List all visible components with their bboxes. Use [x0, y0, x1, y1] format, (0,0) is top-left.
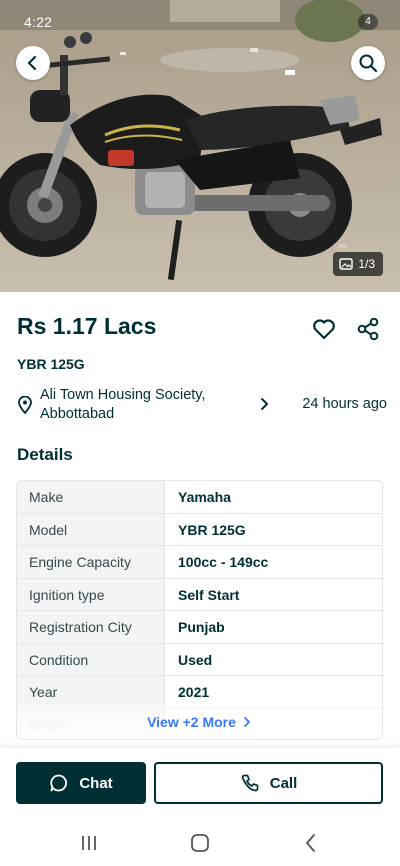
- notification-badge: 4: [358, 14, 378, 30]
- chevron-right-icon: [261, 398, 268, 410]
- detail-key: Registration City: [17, 611, 164, 643]
- chat-label: Chat: [79, 774, 113, 792]
- table-row: Year 2021: [17, 676, 382, 709]
- details-heading: Details: [17, 445, 73, 464]
- motorcycle-photo: [0, 0, 400, 292]
- detail-value: Self Start: [164, 578, 382, 610]
- home-icon[interactable]: [189, 832, 211, 854]
- recents-icon[interactable]: [78, 832, 100, 854]
- view-more-label: View +2 More: [147, 714, 236, 730]
- listing-photo[interactable]: 4:22 4 1/3: [0, 0, 400, 292]
- detail-value: YBR 125G: [164, 513, 382, 545]
- share-icon: [357, 317, 379, 341]
- favorite-button[interactable]: [311, 316, 337, 342]
- table-row: Ignition type Self Start: [17, 578, 382, 611]
- back-button[interactable]: [16, 46, 50, 80]
- details-table: Make Yamaha Model YBR 125G Engine Capaci…: [16, 480, 383, 740]
- table-row: Registration City Punjab: [17, 611, 382, 644]
- back-arrow-icon: [27, 55, 37, 71]
- detail-key: Year: [17, 676, 164, 708]
- image-counter: 1/3: [333, 252, 383, 276]
- detail-value: Used: [164, 643, 382, 675]
- chat-button[interactable]: Chat: [16, 762, 146, 804]
- detail-value: Punjab: [164, 611, 382, 643]
- phone-icon: [241, 774, 259, 792]
- detail-value: Yamaha: [164, 481, 382, 513]
- status-bar-time: 4:22: [24, 14, 53, 30]
- detail-value: 2021: [164, 676, 382, 708]
- table-row: Engine Capacity 100cc - 149cc: [17, 546, 382, 579]
- posted-time: 24 hours ago: [302, 396, 387, 412]
- detail-key: Make: [17, 481, 164, 513]
- search-button[interactable]: [351, 46, 385, 80]
- location-pin-icon: [18, 396, 32, 414]
- listing-title: YBR 125G: [17, 356, 85, 372]
- image-counter-text: 1/3: [358, 257, 375, 271]
- detail-value: 100cc - 149cc: [164, 546, 382, 578]
- detail-key: Condition: [17, 643, 164, 675]
- detail-key: Ignition type: [17, 578, 164, 610]
- detail-key: Engine Capacity: [17, 546, 164, 578]
- system-navigation-bar: [0, 820, 400, 866]
- gallery-icon: [339, 258, 354, 270]
- call-button[interactable]: Call: [154, 762, 383, 804]
- chevron-right-icon: [244, 717, 250, 727]
- back-nav-icon[interactable]: [300, 832, 322, 854]
- view-more-button[interactable]: View +2 More: [17, 705, 382, 739]
- detail-key: Model: [17, 513, 164, 545]
- search-icon: [359, 54, 378, 73]
- chat-bubble-icon: [50, 774, 68, 792]
- table-row: Condition Used: [17, 643, 382, 676]
- action-bar: Chat Call: [0, 748, 400, 820]
- heart-icon: [313, 319, 335, 340]
- call-label: Call: [269, 774, 298, 792]
- share-button[interactable]: [355, 316, 381, 342]
- location-text: Ali Town Housing Society, Abbottabad: [40, 387, 206, 422]
- table-row: Model YBR 125G: [17, 513, 382, 546]
- listing-price: Rs 1.17 Lacs: [17, 313, 157, 339]
- location-row[interactable]: Ali Town Housing Society, Abbottabad 24 …: [17, 386, 387, 426]
- table-row: Make Yamaha: [17, 481, 382, 514]
